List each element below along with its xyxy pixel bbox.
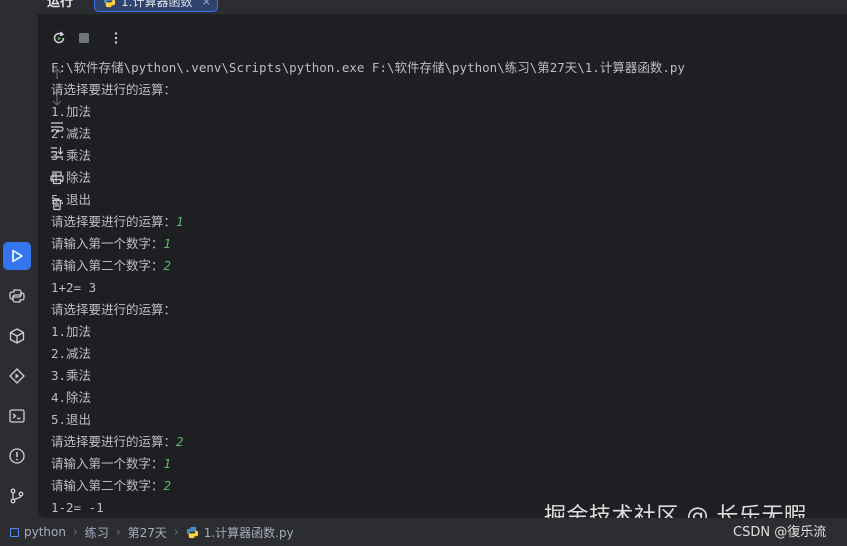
console-line: 请选择要进行的运算： — [51, 79, 801, 101]
activity-bar — [0, 0, 38, 518]
console-line: 1.加法 — [51, 101, 801, 123]
console-line-text: 5.退出 — [51, 192, 92, 207]
run-icon — [12, 249, 23, 263]
run-toolbar — [38, 22, 847, 54]
problems-button[interactable] — [3, 442, 31, 470]
console-line-text: 2.减法 — [51, 346, 92, 361]
console-line-text: 请输入第二个数字： — [51, 258, 164, 273]
services-icon — [9, 368, 25, 384]
stop-button[interactable] — [73, 27, 95, 49]
python-file-icon — [103, 0, 116, 8]
console-line: 2.减法 — [51, 343, 801, 365]
console-user-input: 2 — [163, 258, 172, 273]
console-line-text: 1.加法 — [51, 324, 92, 339]
console-line-text: 2.减法 — [51, 126, 92, 141]
python-packages-icon — [9, 328, 25, 344]
project-icon — [10, 527, 19, 537]
python-console-button[interactable] — [3, 282, 31, 310]
rerun-icon — [53, 31, 65, 44]
console-line-text: F:\软件存储\python\.venv\Scripts\python.exe … — [51, 60, 685, 75]
python-file-icon — [186, 526, 198, 538]
console-user-input: 1 — [163, 456, 172, 471]
console-line: 请选择要进行的运算：2 — [51, 431, 801, 453]
more-options-icon — [114, 32, 118, 44]
status-bar: python › 练习 › 第27天 › 1.计算器函数.py — [0, 518, 847, 546]
console-line: 请选择要进行的运算：1 — [51, 211, 801, 233]
console-line: 请输入第二个数字：2 — [51, 255, 801, 277]
console-line: 请输入第一个数字：1 — [51, 453, 801, 475]
rerun-button[interactable] — [48, 27, 70, 49]
console-output[interactable]: F:\软件存储\python\.venv\Scripts\python.exe … — [51, 57, 801, 517]
console-user-input: 1 — [176, 214, 184, 229]
git-button[interactable] — [3, 482, 31, 510]
console-line: 1+2= 3 — [51, 277, 801, 299]
chevron-right-icon: › — [115, 525, 121, 539]
services-button[interactable] — [3, 362, 31, 390]
console-line-text: 请选择要进行的运算： — [51, 302, 177, 317]
breadcrumb-item[interactable]: python — [24, 525, 66, 539]
close-icon[interactable]: × — [202, 0, 211, 8]
console-line-text: 请选择要进行的运算： — [51, 82, 177, 97]
stop-icon — [79, 33, 89, 43]
console-user-input: 2 — [176, 434, 184, 449]
console-line: 5.退出 — [51, 189, 801, 211]
chevron-right-icon: › — [173, 525, 179, 539]
csdn-watermark: CSDN @復乐流 — [733, 525, 827, 540]
console-line: 请输入第一个数字：1 — [51, 233, 801, 255]
console-line: 4.除法 — [51, 387, 801, 409]
console-line-text: 1-2= -1 — [51, 500, 104, 515]
breadcrumb-item[interactable]: 1.计算器函数.py — [204, 524, 294, 541]
problems-icon — [9, 448, 25, 464]
more-options-button[interactable] — [105, 27, 127, 49]
console-line-text: 请输入第二个数字： — [51, 478, 164, 493]
console-line-text: 请选择要进行的运算： — [51, 214, 177, 229]
console-user-input: 1 — [163, 236, 172, 251]
run-config-tab[interactable]: 1.计算器函数 × — [94, 0, 218, 12]
console-line: 1.加法 — [51, 321, 801, 343]
terminal-icon — [9, 409, 25, 423]
console-line-text: 请输入第一个数字： — [51, 456, 164, 471]
terminal-button[interactable] — [3, 402, 31, 430]
python-packages-button[interactable] — [3, 322, 31, 350]
console-line-text: 1+2= 3 — [51, 280, 97, 295]
breadcrumb: python › 练习 › 第27天 › 1.计算器函数.py — [10, 524, 294, 541]
console-user-input: 2 — [163, 478, 172, 493]
python-console-icon — [9, 289, 25, 303]
console-line: 3.乘法 — [51, 365, 801, 387]
chevron-right-icon: › — [72, 525, 78, 539]
console-line: F:\软件存储\python\.venv\Scripts\python.exe … — [51, 57, 801, 79]
console-line: 4.除法 — [51, 167, 801, 189]
run-tool-button[interactable] — [3, 242, 31, 270]
tool-window-title: 运行 — [47, 0, 74, 10]
breadcrumb-item[interactable]: 第27天 — [128, 524, 167, 541]
console-line: 请输入第二个数字：2 — [51, 475, 801, 497]
console-line: 请选择要进行的运算： — [51, 299, 801, 321]
git-icon — [10, 488, 24, 504]
console-line-text: 3.乘法 — [51, 148, 92, 163]
console-line: 3.乘法 — [51, 145, 801, 167]
run-tab-label: 1.计算器函数 — [121, 0, 193, 9]
console-line-text: 4.除法 — [51, 170, 92, 185]
console-line-text: 请输入第一个数字： — [51, 236, 164, 251]
console-line-text: 请选择要进行的运算： — [51, 434, 177, 449]
console-line: 2.减法 — [51, 123, 801, 145]
console-line-text: 4.除法 — [51, 390, 92, 405]
console-line-text: 5.退出 — [51, 412, 92, 427]
console-line: 5.退出 — [51, 409, 801, 431]
run-tab-bar: 运行 1.计算器函数 × — [38, 0, 847, 14]
console-line-text: 1.加法 — [51, 104, 92, 119]
breadcrumb-item[interactable]: 练习 — [85, 524, 109, 541]
console-line-text: 3.乘法 — [51, 368, 92, 383]
